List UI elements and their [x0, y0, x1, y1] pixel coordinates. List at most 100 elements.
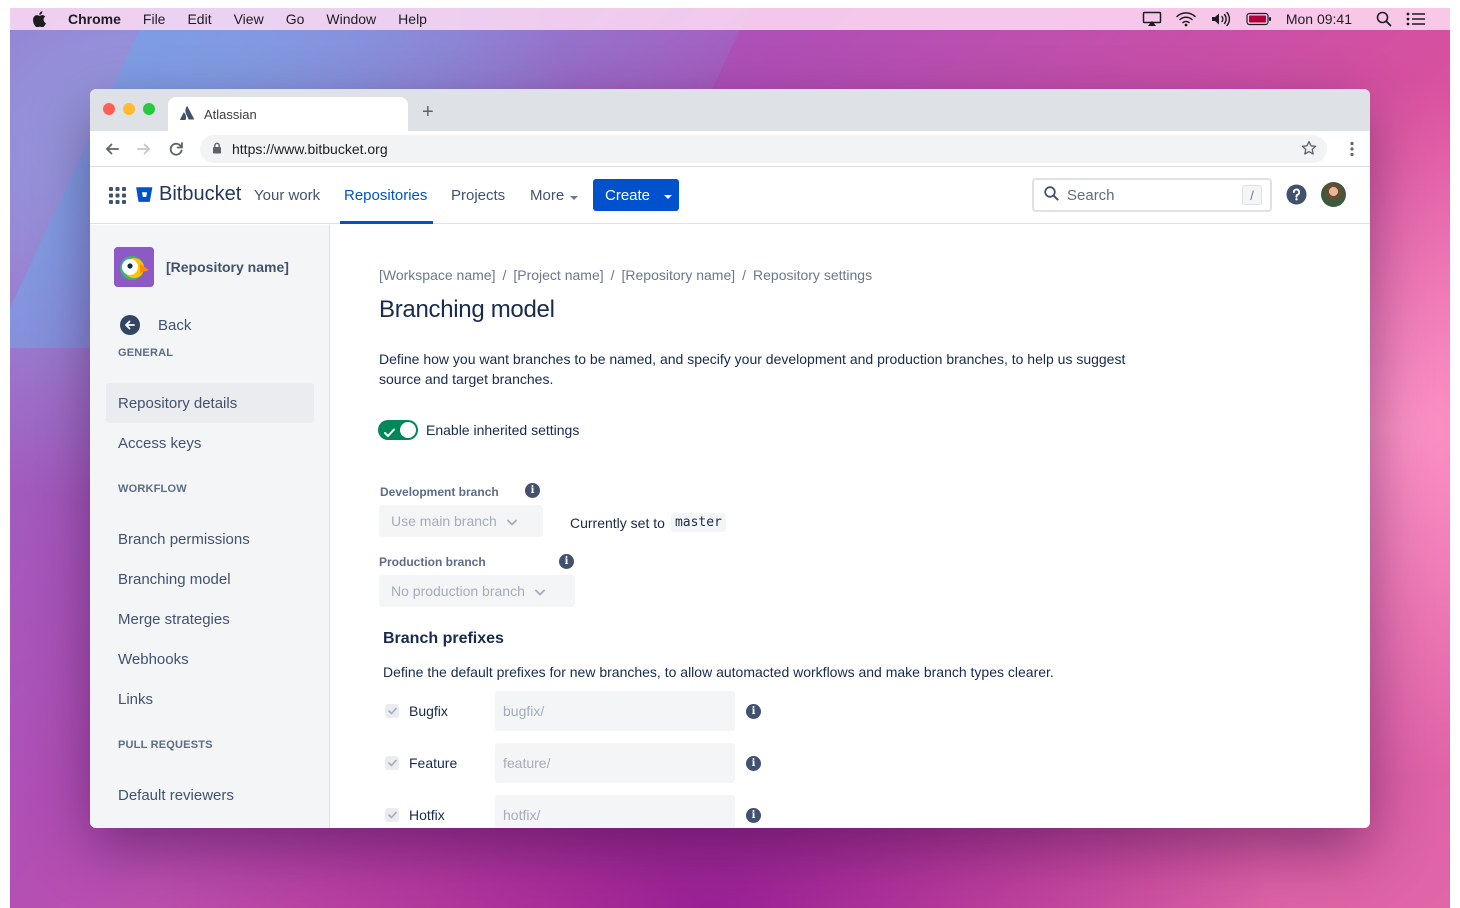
zoom-window-button[interactable] [143, 103, 155, 115]
feature-prefix-input[interactable]: feature/ [495, 743, 735, 783]
production-branch-select[interactable]: No production branch [379, 575, 575, 607]
breadcrumb-repository[interactable]: [Repository name] [622, 267, 736, 283]
sidebar-item-repository-details[interactable]: Repository details [106, 383, 314, 423]
sidebar-item-default-reviewers[interactable]: Default reviewers [106, 775, 314, 815]
prefix-row-hotfix: Hotfix hotfix/ i [385, 795, 761, 828]
bitbucket-logo-text: Bitbucket [159, 183, 242, 205]
nav-projects[interactable]: Projects [451, 187, 505, 204]
menu-window[interactable]: Window [326, 11, 376, 27]
browser-tab-title: Atlassian [204, 106, 257, 122]
reload-icon[interactable] [168, 141, 184, 157]
page-description: Define how you want branches to be named… [379, 351, 1126, 387]
sidebar-item-label: Links [118, 690, 154, 708]
development-branch-value: Use main branch [391, 513, 497, 529]
feature-checkbox[interactable] [385, 756, 399, 770]
menu-bar: Chrome File Edit View Go Window Help Mon… [10, 8, 1450, 30]
production-branch-value: No production branch [391, 583, 525, 599]
breadcrumb-separator: / [502, 267, 507, 283]
volume-icon[interactable] [1210, 11, 1232, 27]
bookmark-star-icon[interactable] [1301, 140, 1317, 159]
sidebar-item-branching-model[interactable]: Branching model [106, 559, 314, 599]
user-avatar[interactable] [1321, 182, 1346, 207]
bitbucket-logo[interactable]: Bitbucket [136, 183, 241, 206]
sidebar-item-label: Access keys [118, 434, 202, 452]
search-input[interactable]: Search / [1032, 178, 1272, 212]
airplay-icon[interactable] [1142, 11, 1162, 27]
close-window-button[interactable] [103, 103, 115, 115]
hotfix-prefix-input[interactable]: hotfix/ [495, 795, 735, 828]
feature-label: Feature [409, 755, 458, 771]
main-content: [Workspace name] / [Project name] / [Reposit… [331, 225, 1370, 828]
control-center-icon[interactable] [1406, 12, 1426, 26]
wifi-icon[interactable] [1176, 11, 1196, 27]
browser-menu-icon[interactable] [1350, 141, 1354, 162]
menu-help[interactable]: Help [398, 11, 427, 27]
new-tab-button[interactable]: + [422, 102, 434, 122]
info-icon[interactable]: i [746, 807, 761, 823]
caret-down-icon [570, 188, 579, 205]
app-switcher-icon[interactable] [109, 187, 126, 209]
sidebar-section-workflow: WORKFLOW [118, 483, 187, 495]
info-icon[interactable]: i [746, 703, 761, 719]
back-arrow-icon[interactable] [104, 141, 120, 157]
sidebar-repo-name[interactable]: [Repository name] [166, 259, 289, 275]
help-icon[interactable] [1286, 184, 1307, 210]
repository-avatar [114, 247, 154, 287]
sidebar-item-access-keys[interactable]: Access keys [106, 423, 314, 463]
inherit-settings-label: Enable inherited settings [426, 422, 580, 438]
spotlight-icon[interactable] [1376, 11, 1392, 27]
info-icon[interactable]: i [525, 483, 540, 498]
toggle-knob [400, 422, 416, 438]
bitbucket-logo-icon [136, 187, 153, 202]
forward-arrow-icon[interactable] [136, 141, 152, 157]
hotfix-checkbox[interactable] [385, 808, 399, 822]
hotfix-label: Hotfix [409, 807, 445, 823]
menu-view[interactable]: View [234, 11, 264, 27]
menu-edit[interactable]: Edit [187, 11, 211, 27]
menu-go[interactable]: Go [286, 11, 305, 27]
nav-more[interactable]: More [530, 187, 579, 205]
menu-file[interactable]: File [143, 11, 166, 27]
sidebar-item-branch-permissions[interactable]: Branch permissions [106, 519, 314, 559]
branch-prefixes-description: Define the default prefixes for new bran… [383, 664, 1054, 680]
bugfix-prefix-input[interactable]: bugfix/ [495, 691, 735, 731]
development-branch-select[interactable]: Use main branch [379, 505, 543, 537]
check-icon [384, 425, 395, 441]
sidebar-item-merge-strategies[interactable]: Merge strategies [106, 599, 314, 639]
address-bar[interactable]: https://www.bitbucket.org [200, 135, 1327, 163]
chevron-down-icon [534, 583, 545, 599]
prefix-row-feature: Feature feature/ i [385, 743, 761, 783]
sidebar-item-webhooks[interactable]: Webhooks [106, 639, 314, 679]
breadcrumb-settings[interactable]: Repository settings [753, 267, 872, 283]
nav-repositories[interactable]: Repositories [344, 187, 427, 204]
active-nav-indicator [340, 221, 433, 224]
browser-tab[interactable]: Atlassian [168, 97, 408, 131]
tab-strip: Atlassian + [90, 89, 1370, 131]
sidebar-item-links[interactable]: Links [106, 679, 314, 719]
menu-app-name[interactable]: Chrome [68, 11, 121, 27]
back-button-label: Back [158, 316, 192, 334]
breadcrumb-workspace[interactable]: [Workspace name] [379, 267, 495, 283]
info-icon[interactable]: i [746, 755, 761, 771]
breadcrumb-project[interactable]: [Project name] [513, 267, 603, 283]
atlassian-logo-icon [180, 105, 204, 123]
apple-icon[interactable] [32, 11, 48, 27]
bugfix-checkbox[interactable] [385, 704, 399, 718]
sidebar-item-label: Webhooks [118, 650, 189, 668]
minimize-window-button[interactable] [123, 103, 135, 115]
back-button[interactable]: Back [120, 315, 191, 335]
info-icon[interactable]: i [559, 554, 574, 569]
battery-icon[interactable] [1246, 12, 1272, 26]
nav-your-work[interactable]: Your work [254, 187, 320, 204]
create-button[interactable]: Create [593, 179, 679, 211]
bitbucket-top-nav: Bitbucket Your work Repositories Project… [90, 167, 1370, 224]
production-branch-label: Production branch [379, 555, 486, 569]
lock-icon[interactable] [212, 141, 222, 157]
nav-more-label: More [530, 187, 565, 204]
breadcrumb: [Workspace name] / [Project name] / [Reposit… [379, 267, 872, 283]
inherit-settings-row: Enable inherited settings [378, 420, 579, 440]
menubar-clock[interactable]: Mon 09:41 [1286, 11, 1352, 27]
inherit-settings-toggle[interactable] [378, 420, 418, 440]
search-placeholder: Search [1067, 186, 1115, 204]
bugfix-label: Bugfix [409, 703, 448, 719]
